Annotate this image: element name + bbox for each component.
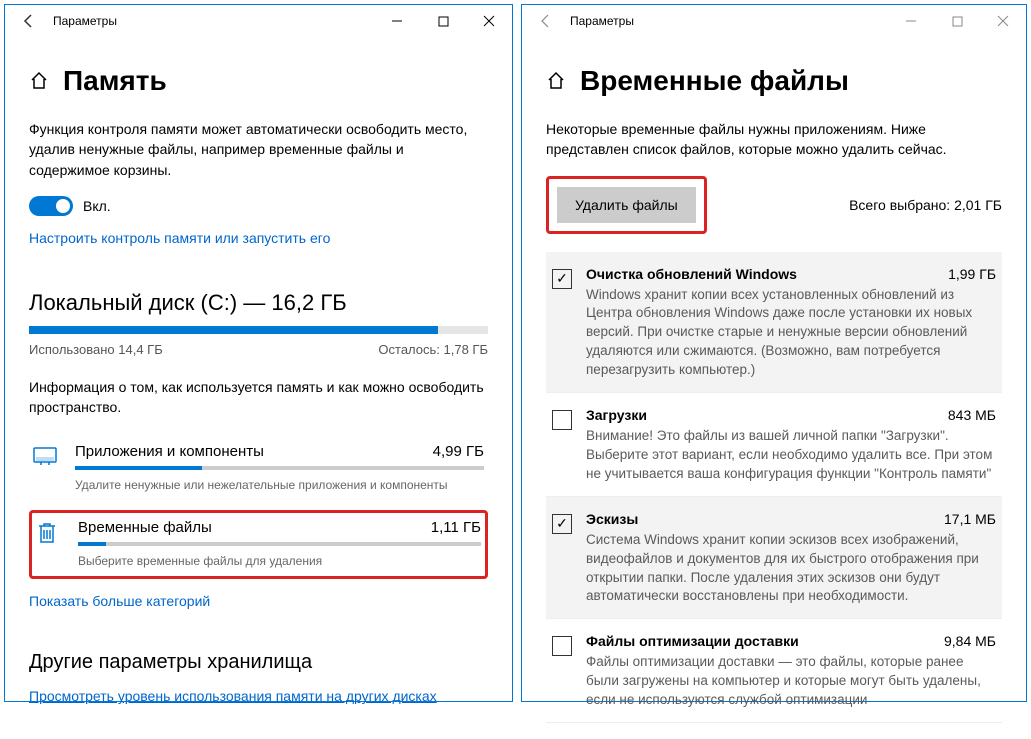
- item-name: Загрузки: [586, 407, 647, 423]
- checkbox[interactable]: ✓: [552, 269, 572, 289]
- temp-file-item[interactable]: Загрузки 843 МБ Внимание! Это файлы из в…: [546, 393, 1002, 497]
- back-button[interactable]: [530, 5, 562, 37]
- titlebar: Параметры: [522, 5, 1026, 37]
- settings-temp-files-window: Параметры Временные файлы Некоторые врем…: [521, 4, 1027, 702]
- window-title: Параметры: [45, 14, 374, 28]
- category-bar: [78, 542, 481, 546]
- apps-icon: [33, 445, 57, 467]
- temp-files-description: Некоторые временные файлы нужны приложен…: [546, 119, 1002, 160]
- item-name: Очистка обновлений Windows: [586, 266, 797, 282]
- delete-button-highlight: Удалить файлы: [546, 176, 707, 234]
- page-heading: Память: [63, 65, 167, 97]
- other-disks-link[interactable]: Просмотреть уровень использования памяти…: [29, 688, 488, 704]
- total-selected-label: Всего выбрано: 2,01 ГБ: [849, 197, 1002, 213]
- checkbox[interactable]: [552, 636, 572, 656]
- item-size: 17,1 МБ: [944, 511, 996, 527]
- category-temp-files[interactable]: Временные файлы 1,11 ГБ Выберите временн…: [29, 510, 488, 579]
- show-more-categories-link[interactable]: Показать больше категорий: [29, 593, 488, 609]
- window-title: Параметры: [562, 14, 888, 28]
- toggle-label: Вкл.: [83, 198, 111, 214]
- local-disk-heading: Локальный диск (C:) — 16,2 ГБ: [29, 290, 488, 316]
- configure-storage-sense-link[interactable]: Настроить контроль памяти или запустить …: [29, 230, 488, 246]
- delete-files-button[interactable]: Удалить файлы: [557, 187, 696, 223]
- item-description: Внимание! Это файлы из вашей личной папк…: [586, 427, 996, 484]
- close-button[interactable]: [980, 5, 1026, 37]
- item-description: Файлы оптимизации доставки — это файлы, …: [586, 653, 996, 710]
- category-size: 1,11 ГБ: [431, 519, 481, 536]
- temp-files-list: ✓ Очистка обновлений Windows 1,99 ГБ Win…: [546, 252, 1002, 723]
- category-subtitle: Выберите временные файлы для удаления: [78, 554, 481, 568]
- maximize-button[interactable]: [934, 5, 980, 37]
- category-bar: [75, 466, 484, 470]
- other-storage-heading: Другие параметры хранилища: [29, 651, 488, 674]
- item-name: Файлы оптимизации доставки: [586, 633, 799, 649]
- minimize-button[interactable]: [888, 5, 934, 37]
- titlebar: Параметры: [5, 5, 512, 37]
- close-button[interactable]: [466, 5, 512, 37]
- page-heading: Временные файлы: [580, 65, 849, 97]
- temp-file-item[interactable]: Файлы оптимизации доставки 9,84 МБ Файлы…: [546, 619, 1002, 723]
- disk-free-label: Осталось: 1,78 ГБ: [378, 342, 488, 357]
- settings-storage-window: Параметры Память Функция контроля памяти…: [4, 4, 513, 702]
- maximize-button[interactable]: [420, 5, 466, 37]
- checkbox[interactable]: [552, 410, 572, 430]
- category-apps[interactable]: Приложения и компоненты 4,99 ГБ Удалите …: [29, 439, 488, 500]
- category-subtitle: Удалите ненужные или нежелательные прило…: [75, 478, 484, 492]
- back-button[interactable]: [13, 5, 45, 37]
- storage-sense-description: Функция контроля памяти может автоматиче…: [29, 119, 488, 180]
- item-description: Windows хранит копии всех установленных …: [586, 286, 996, 380]
- temp-file-item[interactable]: ✓ Очистка обновлений Windows 1,99 ГБ Win…: [546, 252, 1002, 393]
- trash-icon: [36, 521, 60, 545]
- category-label: Приложения и компоненты: [75, 443, 264, 460]
- item-size: 843 МБ: [948, 407, 996, 423]
- checkbox[interactable]: ✓: [552, 514, 572, 534]
- storage-info-text: Информация о том, как используется памят…: [29, 377, 488, 418]
- category-size: 4,99 ГБ: [433, 443, 484, 460]
- storage-sense-toggle[interactable]: [29, 196, 73, 216]
- disk-usage-bar: [29, 326, 488, 334]
- home-icon[interactable]: [29, 71, 49, 91]
- disk-used-label: Использовано 14,4 ГБ: [29, 342, 163, 357]
- item-size: 1,99 ГБ: [948, 266, 996, 282]
- item-name: Эскизы: [586, 511, 638, 527]
- minimize-button[interactable]: [374, 5, 420, 37]
- item-description: Система Windows хранит копии эскизов все…: [586, 531, 996, 607]
- home-icon[interactable]: [546, 71, 566, 91]
- category-label: Временные файлы: [78, 519, 212, 536]
- temp-file-item[interactable]: ✓ Эскизы 17,1 МБ Система Windows хранит …: [546, 497, 1002, 620]
- item-size: 9,84 МБ: [944, 633, 996, 649]
